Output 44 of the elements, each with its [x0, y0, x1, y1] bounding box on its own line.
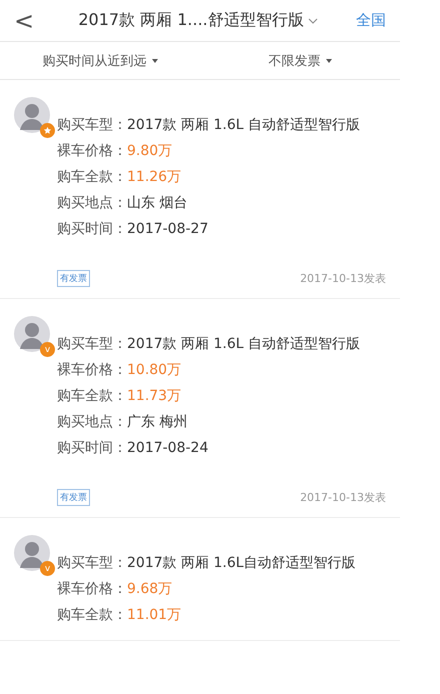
- field-label: 购车全款：: [57, 168, 127, 186]
- back-button[interactable]: <: [8, 8, 40, 32]
- avatar[interactable]: [14, 535, 50, 571]
- field-value: 2017-08-24: [127, 440, 208, 456]
- price-value: 11.01万: [127, 606, 182, 624]
- dropdown-triangle-icon: [152, 58, 158, 62]
- field-value: 山东 烟台: [127, 194, 188, 212]
- price-value: 11.26万: [127, 168, 182, 186]
- field-label: 购买车型：: [57, 554, 127, 572]
- invoice-tag: 有发票: [57, 270, 90, 286]
- dropdown-triangle-icon: [326, 58, 332, 62]
- field-label: 购车全款：: [57, 606, 127, 624]
- field-label: 购车全款：: [57, 387, 127, 405]
- field-label: 购买时间：: [57, 220, 127, 238]
- page-title: 2017款 两厢 1....舒适型智行版: [78, 10, 304, 31]
- field-label: 购买地点：: [57, 413, 127, 431]
- price-value: 10.80万: [127, 361, 182, 379]
- avatar[interactable]: [14, 97, 50, 133]
- invoice-tag: 有发票: [57, 488, 90, 506]
- field-value: 2017-08-27: [127, 221, 208, 237]
- field-value: 2017款 两厢 1.6L 自动舒适型智行版: [127, 116, 360, 134]
- chevron-down-icon[interactable]: [308, 18, 318, 24]
- post-date: 2017-10-13发表: [300, 490, 386, 504]
- region-link[interactable]: 全国: [356, 11, 386, 30]
- field-label: 裸车价格：: [57, 580, 127, 598]
- medal-badge-icon: [40, 123, 55, 138]
- avatar[interactable]: [14, 316, 50, 352]
- field-value: 广东 梅州: [127, 413, 188, 431]
- verified-badge: v: [40, 561, 55, 576]
- price-value: 9.80万: [127, 142, 172, 160]
- price-value: 11.73万: [127, 387, 182, 405]
- price-value: 9.68万: [127, 580, 172, 598]
- field-value: 2017款 两厢 1.6L自动舒适型智行版: [127, 554, 356, 572]
- field-label: 购买地点：: [57, 194, 127, 212]
- field-label: 购买车型：: [57, 335, 127, 353]
- field-label: 裸车价格：: [57, 361, 127, 379]
- filter-dropdown[interactable]: 购买时间从近到远: [0, 52, 200, 70]
- filter-dropdown[interactable]: 不限发票: [200, 52, 400, 70]
- verified-badge: v: [40, 342, 55, 357]
- field-label: 购买车型：: [57, 116, 127, 134]
- field-label: 裸车价格：: [57, 142, 127, 160]
- field-label: 购买时间：: [57, 439, 127, 457]
- post-date: 2017-10-13发表: [300, 270, 386, 286]
- field-value: 2017款 两厢 1.6L 自动舒适型智行版: [127, 335, 360, 353]
